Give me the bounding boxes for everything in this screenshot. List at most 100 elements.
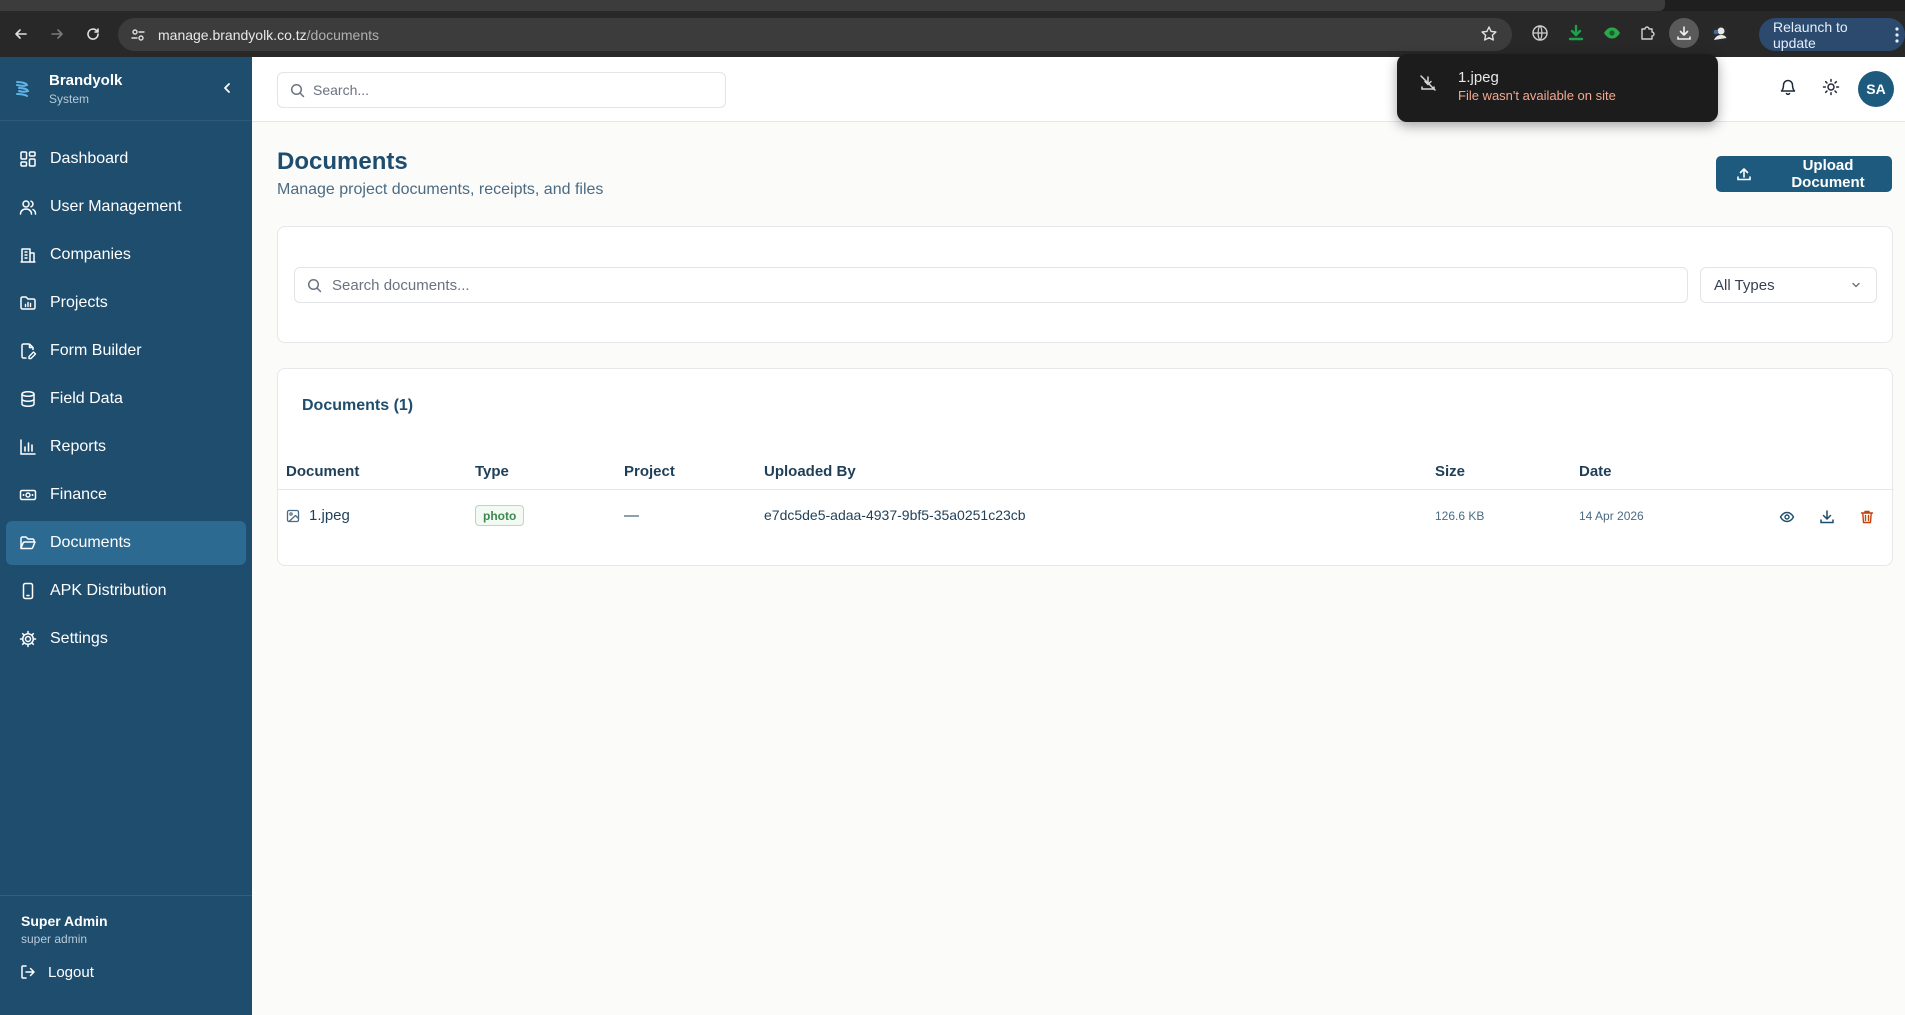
type-filter-select[interactable]: All Types [1700,267,1877,303]
documents-table-card: Documents (1) Document Type Project Uplo… [277,368,1894,566]
bookmark-star-icon[interactable] [1480,25,1498,43]
user-role: super admin [21,932,88,946]
collapse-sidebar-button[interactable] [218,79,236,97]
document-search-input[interactable] [332,276,1632,294]
bell-icon [1780,79,1796,96]
delete-button[interactable] [1855,505,1879,529]
building-icon [18,245,38,265]
sidebar-item-reports[interactable]: Reports [6,425,246,469]
download-failed-icon [1419,74,1437,92]
sidebar-item-finance[interactable]: Finance [6,473,246,517]
more-vert-icon[interactable] [1895,27,1899,43]
sidebar-item-settings[interactable]: Settings [6,617,246,661]
eye-extension-icon[interactable] [1597,18,1627,48]
sidebar-item-label: User Management [50,198,182,215]
banknote-icon [18,485,38,505]
sidebar-item-documents[interactable]: Documents [6,521,246,565]
bar-chart-icon [18,437,38,457]
sidebar-item-label: Settings [50,630,108,647]
page-subtitle: Manage project documents, receipts, and … [277,181,604,198]
reload-icon [87,28,99,40]
upload-document-label: Upload Document [1791,157,1865,191]
sidebar-item-user-management[interactable]: User Management [6,185,246,229]
sun-icon [1822,78,1840,96]
gear-icon [18,629,38,649]
theme-toggle-button[interactable] [1822,78,1840,96]
column-header-size[interactable]: Size [1435,463,1465,480]
global-search-input[interactable] [313,82,693,98]
reload-button[interactable] [78,19,108,49]
eye-icon [1779,511,1795,523]
column-header-document[interactable]: Document [286,463,359,480]
sidebar-item-label: Reports [50,438,107,455]
back-button[interactable] [6,19,36,49]
smartphone-icon [18,581,38,601]
forward-button[interactable] [42,19,72,49]
sidebar-item-projects[interactable]: Projects [6,281,246,325]
sidebar-item-field-data[interactable]: Field Data [6,377,246,421]
browser-toolbar: manage.brandyolk.co.tz/documents Relaunc… [0,11,1905,57]
download-bubble[interactable]: 1.jpeg File wasn't available on site [1397,54,1718,122]
filter-card: All Types [277,226,1893,343]
downloads-icon[interactable] [1669,18,1699,48]
document-search[interactable] [294,267,1688,303]
users-icon [18,197,38,217]
dashboard-icon [18,149,38,169]
brand-name: Brandyolk [49,72,123,89]
sidebar-nav: Dashboard User Management Companies Proj… [0,137,252,665]
search-icon [307,278,322,293]
type-badge: photo [475,505,525,526]
relaunch-to-update-button[interactable]: Relaunch to update [1759,18,1905,51]
size-cell: 126.6 KB [1435,509,1485,523]
sidebar-item-form-builder[interactable]: Form Builder [6,329,246,373]
download-extension-icon[interactable] [1561,18,1591,48]
download-button[interactable] [1815,505,1839,529]
logout-label: Logout [48,963,94,981]
type-filter-value: All Types [1714,276,1775,294]
brand-logo-icon [14,79,32,99]
sidebar-item-companies[interactable]: Companies [6,233,246,277]
file-edit-icon [18,341,38,361]
sidebar-item-label: Documents [50,534,131,551]
sidebar-item-dashboard[interactable]: Dashboard [6,137,246,181]
relaunch-label: Relaunch to update [1773,18,1848,51]
document-cell[interactable]: 1.jpeg [286,507,350,524]
sidebar-item-apk-distribution[interactable]: APK Distribution [6,569,246,613]
folder-chart-icon [18,293,38,313]
upload-document-button[interactable]: Upload Document [1716,156,1892,192]
chevron-down-icon [1850,279,1862,291]
sidebar-item-label: Finance [50,486,107,503]
browser-tab-strip-edge [0,0,1665,11]
table-header-row: Document Type Project Uploaded By Size D… [278,455,1894,490]
sidebar-item-label: Projects [50,294,108,311]
global-search[interactable] [277,72,726,108]
site-info-icon[interactable] [128,25,148,45]
translate-extension-icon[interactable] [1525,18,1555,48]
column-header-uploaded-by[interactable]: Uploaded By [764,463,856,480]
notifications-button[interactable] [1779,78,1797,96]
arrow-left-icon [15,29,27,39]
page-title: Documents [277,148,408,175]
column-header-type[interactable]: Type [475,463,509,480]
extension-icons [1525,18,1735,48]
column-header-project[interactable]: Project [624,463,675,480]
user-avatar[interactable]: SA [1858,71,1894,107]
project-cell: — [624,507,639,524]
sidebar: Brandyolk System Dashboard User Manageme… [0,57,252,1015]
upload-icon [1736,166,1752,182]
folder-open-icon [18,533,38,553]
table-row[interactable]: 1.jpeg photo — e7dc5de5-adaa-4937-9bf5-3… [278,491,1894,545]
view-button[interactable] [1775,505,1799,529]
column-header-date[interactable]: Date [1579,463,1612,480]
sidebar-item-label: Dashboard [50,150,129,167]
address-bar[interactable]: manage.brandyolk.co.tz/documents [118,18,1512,51]
arrow-right-icon [51,29,63,39]
logout-icon [20,964,36,980]
sidebar-user-panel: Super Admin super admin Logout [0,895,252,1015]
puzzle-extensions-icon[interactable] [1633,18,1663,48]
logout-button[interactable]: Logout [20,958,94,986]
profile-avatar-icon[interactable] [1705,18,1735,48]
chevron-left-icon [224,83,230,93]
download-icon [1820,510,1834,524]
sidebar-item-label: APK Distribution [50,582,167,599]
